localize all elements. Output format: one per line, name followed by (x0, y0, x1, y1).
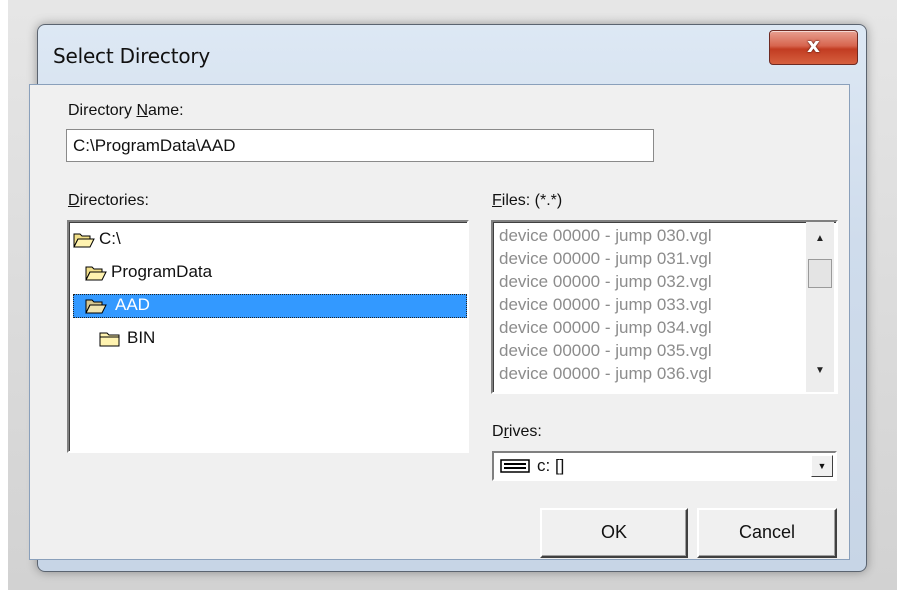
open-folder-icon (85, 266, 107, 281)
file-item[interactable]: device 00000 - jump 030.vgl (499, 226, 712, 246)
drives-dropdown[interactable]: c: [] ▼ (492, 451, 837, 481)
chevron-down-icon[interactable]: ▼ (811, 455, 833, 477)
file-item[interactable]: device 00000 - jump 034.vgl (499, 318, 712, 338)
closed-folder-icon (99, 332, 120, 347)
file-item[interactable]: device 00000 - jump 035.vgl (499, 341, 712, 361)
close-icon: x (807, 33, 820, 57)
file-item[interactable]: device 00000 - jump 036.vgl (499, 364, 712, 384)
directory-item-programdata[interactable]: ProgramData (83, 261, 273, 285)
files-scrollbar[interactable]: ▲ ▼ (806, 222, 834, 392)
scroll-down-arrow-icon[interactable]: ▼ (806, 360, 834, 382)
drive-value: c: [] (537, 456, 565, 475)
ok-button[interactable]: OK (540, 508, 688, 558)
directories-label: Directories: (68, 192, 149, 209)
cancel-button[interactable]: Cancel (697, 508, 837, 558)
file-item[interactable]: device 00000 - jump 033.vgl (499, 295, 712, 315)
drive-icon (500, 459, 530, 473)
directory-name-input[interactable]: C:\ProgramData\AAD (66, 129, 654, 162)
dialog-title: Select Directory (53, 44, 211, 68)
directory-item-bin[interactable]: BIN (97, 327, 287, 351)
files-label: Files: (*.*) (492, 192, 563, 209)
open-folder-icon (73, 233, 95, 248)
directory-item-root[interactable]: C:\ (71, 228, 261, 252)
file-item[interactable]: device 00000 - jump 031.vgl (499, 249, 712, 269)
directories-list[interactable]: C:\ ProgramData AAD BIN (67, 220, 469, 453)
close-button[interactable]: x (769, 30, 858, 65)
scroll-up-arrow-icon[interactable]: ▲ (806, 228, 834, 250)
files-list[interactable]: device 00000 - jump 030.vgl device 00000… (491, 220, 838, 394)
drives-label: Drives: (492, 423, 542, 440)
file-item[interactable]: device 00000 - jump 032.vgl (499, 272, 712, 292)
directory-name-label: Directory Name: (68, 102, 184, 119)
open-folder-icon (85, 299, 107, 314)
directory-item-aad[interactable]: AAD (73, 294, 467, 318)
scroll-thumb[interactable] (808, 259, 832, 288)
